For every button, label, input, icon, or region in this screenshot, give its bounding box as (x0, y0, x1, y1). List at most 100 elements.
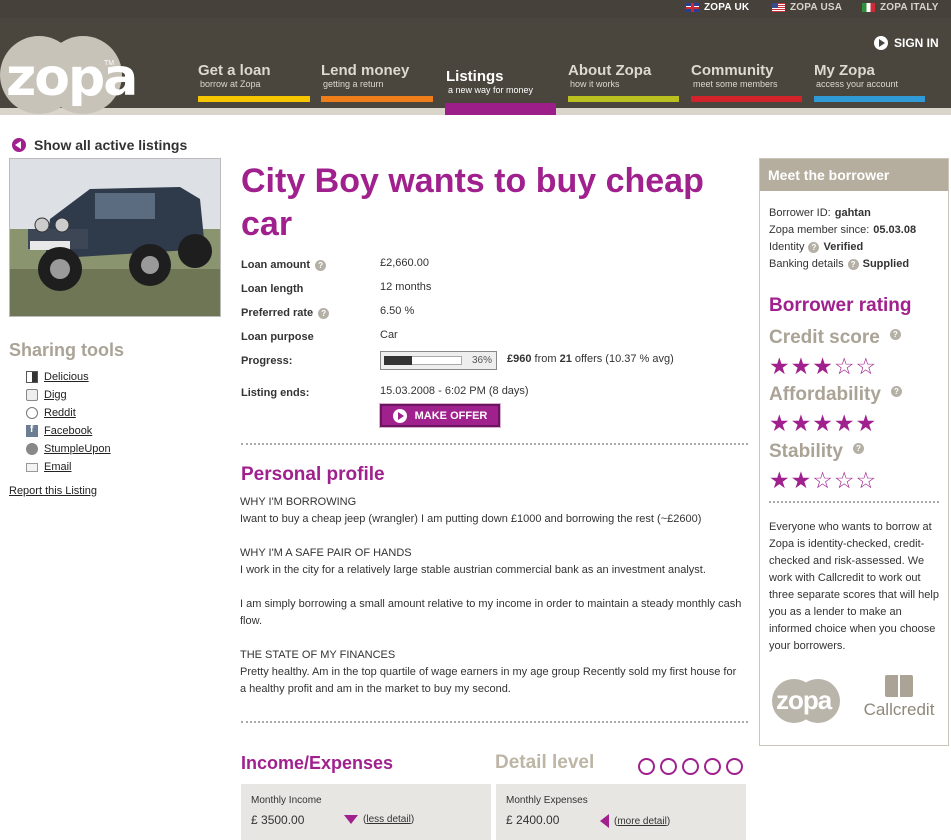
borrower-id-row: Borrower ID: gahtan (769, 205, 916, 222)
share-stumbleupon[interactable]: StumpleUpon (26, 440, 111, 458)
nav-title: Listings (446, 68, 504, 85)
nav-get-a-loan[interactable]: Get a loan borrow at Zopa (198, 62, 310, 102)
show-all-listings-link[interactable]: Show all active listings (12, 137, 187, 153)
filled-star-icon: ★ (855, 410, 877, 436)
back-link-label: Show all active listings (34, 137, 188, 153)
nav-subtitle: how it works (570, 79, 620, 89)
personal-profile-title: Personal profile (241, 464, 385, 485)
preferred-rate-label: Preferred rate? (241, 307, 330, 319)
partner-logos: zopa Callcredit (772, 675, 942, 725)
detail-level-1[interactable] (638, 758, 655, 775)
help-icon[interactable]: ? (847, 259, 859, 270)
help-icon[interactable]: ? (318, 307, 330, 319)
banking-row: Banking details? Supplied (769, 256, 916, 273)
help-icon[interactable]: ? (889, 329, 901, 340)
filled-star-icon: ★ (790, 353, 812, 379)
affordability-metric: Affordability? ★ ★ ★ ★ ★ (769, 384, 902, 436)
share-digg[interactable]: Digg (26, 386, 111, 404)
panel-divider (769, 501, 939, 503)
country-usa-label: ZOPA USA (790, 2, 843, 13)
member-since-label: Zopa member since: (769, 224, 870, 236)
profile-heading-borrowing: WHY I'M BORROWING (240, 496, 357, 508)
share-delicious[interactable]: Delicious (26, 368, 111, 386)
profile-body-finances: Pretty healthy. Am in the top quartile o… (240, 666, 737, 695)
filled-star-icon: ★ (812, 410, 833, 436)
share-link-label[interactable]: Delicious (44, 371, 89, 383)
label-text: Preferred rate (241, 307, 314, 319)
share-link-label[interactable]: StumpleUpon (44, 443, 111, 455)
nav-about-zopa[interactable]: About Zopa how it works (568, 62, 679, 102)
country-bar: ZOPA UK ZOPA USA ZOPA ITALY (0, 0, 951, 18)
email-icon (26, 462, 38, 472)
nav-color-bar (568, 96, 679, 102)
share-link-label[interactable]: Reddit (44, 407, 76, 419)
credit-score-stars: ★ ★ ★ ☆ ☆ (769, 353, 901, 379)
currency-symbol: £ (251, 813, 258, 827)
loan-purpose-label: Loan purpose (241, 331, 314, 343)
profile-body-borrowing: Iwant to buy a cheap jeep (wrangler) I a… (240, 513, 702, 525)
help-icon[interactable]: ? (852, 443, 864, 454)
help-icon[interactable]: ? (315, 259, 327, 271)
digg-icon (26, 389, 38, 401)
nav-community[interactable]: Community meet some members (691, 62, 802, 102)
identity-row: Identity? Verified (769, 239, 916, 256)
stability-metric: Stability? ★ ★ ☆ ☆ ☆ (769, 441, 876, 492)
label-text: Loan amount (241, 259, 311, 271)
listing-photo (9, 158, 221, 317)
zopa-mini-logo: zopa (772, 679, 842, 723)
less-detail-toggle[interactable]: (less detail) (344, 814, 414, 825)
filled-star-icon: ★ (790, 410, 812, 436)
banking-label: Banking details (769, 258, 844, 270)
empty-star-icon: ☆ (833, 353, 855, 379)
report-listing-link[interactable]: Report this Listing (9, 485, 97, 497)
member-since-value: 05.03.08 (873, 224, 917, 236)
empty-star-icon: ☆ (855, 353, 877, 379)
profile-heading-safe-hands: WHY I'M A SAFE PAIR OF HANDS (240, 547, 412, 559)
share-facebook[interactable]: Facebook (26, 422, 111, 440)
nav-my-zopa[interactable]: My Zopa access your account (814, 62, 925, 102)
facebook-icon (26, 424, 38, 437)
share-email[interactable]: Email (26, 458, 111, 476)
section-divider (241, 721, 748, 723)
share-link-label[interactable]: Digg (44, 389, 67, 401)
share-reddit[interactable]: Reddit (26, 404, 111, 422)
monthly-income-value: 3500.00 (261, 813, 305, 827)
progress-summary: £960 from 21 offers (10.37 % avg) (507, 353, 674, 365)
loan-amount-value: £2,660.00 (380, 257, 429, 269)
share-link-label[interactable]: Email (44, 461, 72, 473)
detail-level-2[interactable] (660, 758, 677, 775)
make-offer-button[interactable]: MAKE OFFER (380, 404, 500, 427)
nav-lend-money[interactable]: Lend money getting a return (321, 62, 433, 102)
progress-from: from (534, 353, 557, 365)
help-icon[interactable]: ? (890, 386, 902, 397)
progress-fill (384, 356, 412, 365)
detail-level-4[interactable] (704, 758, 721, 775)
detail-level-5[interactable] (726, 758, 743, 775)
borrower-panel: Meet the borrower Borrower ID: gahtan Zo… (759, 158, 949, 746)
more-detail-link[interactable]: more detail (617, 816, 666, 827)
stumbleupon-icon (26, 443, 38, 455)
more-detail-toggle[interactable]: (more detail) (600, 814, 670, 828)
monthly-income-label: Monthly Income (251, 795, 322, 806)
sign-in-link[interactable]: SIGN IN (874, 36, 939, 50)
stability-label: Stability (769, 441, 843, 462)
zopa-logo[interactable]: zopa TM (0, 36, 138, 116)
progress-label: Progress: (241, 355, 293, 367)
jeep-illustration (10, 159, 220, 316)
detail-level-3[interactable] (682, 758, 699, 775)
nav-listings[interactable]: Listings a new way for money (446, 68, 533, 95)
nav-title: About Zopa (568, 62, 652, 79)
country-uk-link[interactable]: ZOPA UK (686, 2, 749, 13)
credit-score-metric: Credit score? ★ ★ ★ ☆ ☆ (769, 327, 901, 379)
nav-title: My Zopa (814, 62, 875, 79)
currency-symbol: £ (506, 813, 513, 827)
personal-profile-text: WHY I'M BORROWING Iwant to buy a cheap j… (240, 494, 745, 698)
less-detail-link[interactable]: less detail (366, 814, 410, 825)
nav-subtitle: access your account (816, 79, 899, 89)
country-usa-link[interactable]: ZOPA USA (772, 2, 842, 13)
sign-in-label: SIGN IN (894, 36, 939, 50)
callcredit-text: Callcredit (863, 700, 935, 719)
help-icon[interactable]: ? (808, 242, 820, 253)
share-link-label[interactable]: Facebook (44, 425, 92, 437)
country-italy-link[interactable]: ZOPA ITALY (862, 2, 939, 13)
